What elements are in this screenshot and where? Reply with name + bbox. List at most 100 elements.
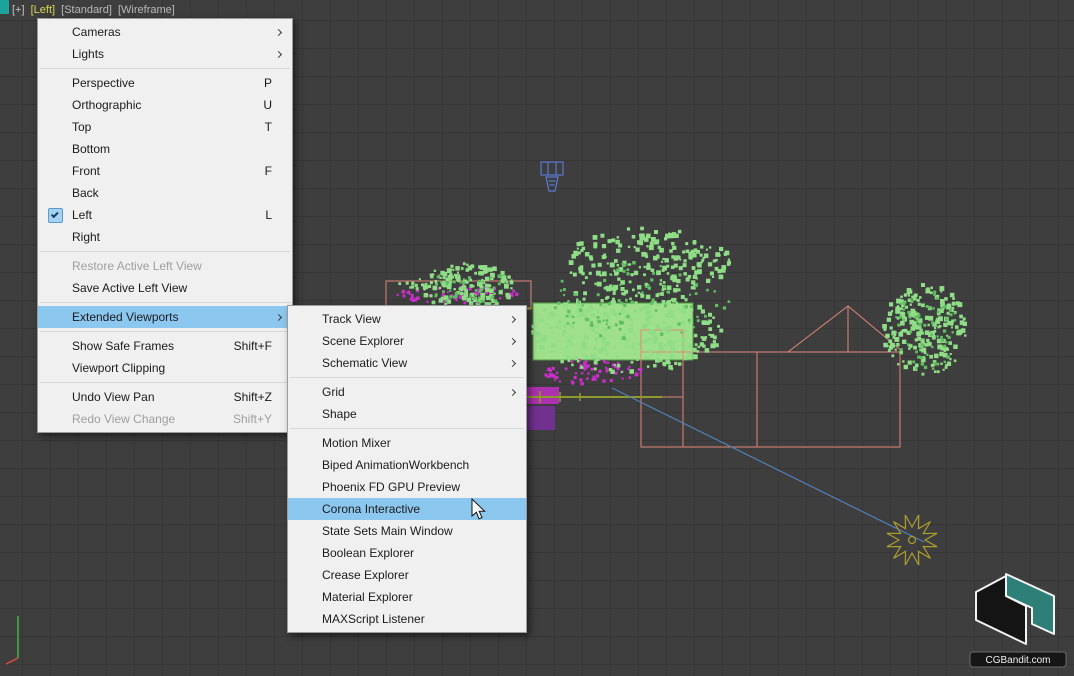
menu-item-label: Boolean Explorer [322,546,415,560]
menu-item-label: Crease Explorer [322,568,409,582]
menu-item-motion-mixer[interactable]: Motion Mixer [288,432,526,454]
viewport[interactable]: [+] [Left] [Standard] [Wireframe] CGBand… [0,0,1074,676]
extended-viewports-submenu: Track View Scene Explorer Schematic View Gr… [287,305,527,633]
menu-item-undo-view-pan[interactable]: Undo View Pan Shift+Z [38,386,292,408]
menu-item-restore-active-left-view: Restore Active Left View [38,255,292,277]
menu-item-label: Lights [72,47,105,61]
viewport-context-menu: Cameras Lights Perspective P Orthographic U To… [37,18,293,433]
menu-item-state-sets-main-window[interactable]: State Sets Main Window [288,520,526,542]
menu-separator [40,302,290,303]
axis-tripod [5,616,19,665]
viewport-style-menu[interactable]: [Standard] [61,4,112,16]
corner-chip [0,0,9,14]
menu-item-label: Left [72,208,93,222]
menu-item-schematic-view[interactable]: Schematic View [288,352,526,374]
menu-separator [290,428,524,429]
menu-item-orthographic[interactable]: Orthographic U [38,94,292,116]
checkmark-icon [38,207,72,223]
cgbandit-logo: CGBandit.com [969,573,1067,668]
menu-item-phoenix-fd-gpu-preview[interactable]: Phoenix FD GPU Preview [288,476,526,498]
menu-item-label: Back [72,186,99,200]
menu-item-grid[interactable]: Grid [288,381,526,403]
menu-item-maxscript-listener[interactable]: MAXScript Listener [288,608,526,630]
axis-x [5,657,19,665]
menu-item-lights[interactable]: Lights [38,43,292,65]
menu-item-label: Top [72,120,92,134]
menu-item-label: Orthographic [72,98,142,112]
menu-item-shortcut: Shift+Z [233,390,272,404]
menu-item-label: Show Safe Frames [72,339,175,353]
menu-item-label: Phoenix FD GPU Preview [322,480,461,494]
menu-item-boolean-explorer[interactable]: Boolean Explorer [288,542,526,564]
menu-item-shortcut: T [264,120,272,134]
menu-item-crease-explorer[interactable]: Crease Explorer [288,564,526,586]
menu-item-cameras[interactable]: Cameras [38,21,292,43]
menu-item-label: Restore Active Left View [72,259,202,273]
menu-item-label: Motion Mixer [322,436,391,450]
submenu-arrow-icon [506,337,520,345]
menu-item-perspective[interactable]: Perspective P [38,72,292,94]
menu-item-label: State Sets Main Window [322,524,453,538]
menu-item-biped-animationworkbench[interactable]: Biped AnimationWorkbench [288,454,526,476]
submenu-arrow-icon [506,315,520,323]
menu-item-label: Shape [322,407,357,421]
menu-item-shortcut: Shift+Y [232,412,272,426]
menu-item-label: Corona Interactive [322,502,421,516]
menu-item-track-view[interactable]: Track View [288,308,526,330]
submenu-arrow-icon [272,50,286,58]
menu-item-label: Front [72,164,101,178]
menu-item-redo-view-change: Redo View Change Shift+Y [38,408,292,430]
menu-item-shortcut: L [265,208,272,222]
menu-separator [40,251,290,252]
menu-item-label: Grid [322,385,345,399]
menu-item-label: Undo View Pan [72,390,155,404]
mouse-cursor [471,498,486,520]
submenu-arrow-icon [506,388,520,396]
menu-item-label: Scene Explorer [322,334,405,348]
menu-item-label: Schematic View [322,356,408,370]
menu-item-shortcut: Shift+F [233,339,272,353]
menu-item-label: Material Explorer [322,590,413,604]
menu-item-label: Redo View Change [72,412,176,426]
submenu-arrow-icon [272,28,286,36]
logo-text: CGBandit.com [985,655,1050,666]
menu-item-bottom[interactable]: Bottom [38,138,292,160]
menu-item-viewport-clipping[interactable]: Viewport Clipping [38,357,292,379]
menu-item-label: Cameras [72,25,121,39]
viewport-label-bar: [+] [Left] [Standard] [Wireframe] [12,4,178,16]
menu-item-label: Save Active Left View [72,281,188,295]
menu-item-material-explorer[interactable]: Material Explorer [288,586,526,608]
menu-item-label: Bottom [72,142,111,156]
menu-item-scene-explorer[interactable]: Scene Explorer [288,330,526,352]
menu-item-label: Right [72,230,101,244]
viewport-general-menu[interactable]: [+] [12,4,25,16]
menu-item-save-active-left-view[interactable]: Save Active Left View [38,277,292,299]
menu-item-label: Biped AnimationWorkbench [322,458,470,472]
menu-separator [40,382,290,383]
check-icon [47,207,63,223]
menu-separator [40,68,290,69]
menu-item-show-safe-frames[interactable]: Show Safe Frames Shift+F [38,335,292,357]
menu-item-shape[interactable]: Shape [288,403,526,425]
viewport-pov-menu[interactable]: [Left] [31,4,55,16]
menu-item-shortcut: P [263,76,272,90]
menu-item-shortcut: F [264,164,272,178]
menu-item-label: MAXScript Listener [322,612,425,626]
submenu-arrow-icon [506,359,520,367]
menu-item-label: Viewport Clipping [72,361,166,375]
menu-item-top[interactable]: Top T [38,116,292,138]
menu-item-back[interactable]: Back [38,182,292,204]
viewport-shading-menu[interactable]: [Wireframe] [118,4,175,16]
menu-separator [290,377,524,378]
submenu-arrow-icon [272,313,286,321]
menu-item-corona-interactive[interactable]: Corona Interactive [288,498,526,520]
menu-item-shortcut: U [263,98,272,112]
menu-item-label: Perspective [72,76,135,90]
menu-separator [40,331,290,332]
menu-item-right[interactable]: Right [38,226,292,248]
menu-item-extended-viewports[interactable]: Extended Viewports [38,306,292,328]
menu-item-label: Track View [322,312,381,326]
menu-item-front[interactable]: Front F [38,160,292,182]
menu-item-left[interactable]: Left L [38,204,292,226]
menu-item-label: Extended Viewports [72,310,179,324]
